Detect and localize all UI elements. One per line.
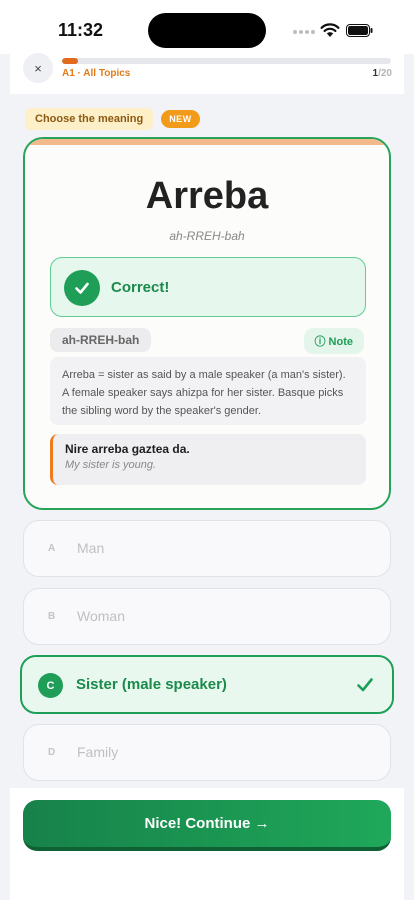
task-type-badge: Choose the meaning [25, 108, 154, 130]
dynamic-island [148, 13, 266, 48]
check-circle-icon [64, 270, 100, 306]
progress-bar [62, 58, 391, 64]
explanation-text: Arreba = sister as said by a male speake… [50, 357, 366, 425]
lesson-header: × A1 · All Topics 1/20 [10, 53, 404, 94]
option-b[interactable]: B Woman [23, 588, 391, 645]
example-basque: Nire arreba gaztea da. [65, 442, 190, 456]
card-accent-bar [25, 139, 389, 145]
new-badge: NEW [161, 110, 200, 128]
status-time: 11:32 [58, 20, 104, 40]
counter-total: /20 [378, 68, 392, 79]
correct-feedback: Correct! [50, 257, 366, 317]
checkmark-icon [357, 678, 373, 692]
option-c[interactable]: C Sister (male speaker) [20, 655, 394, 714]
example-sentence: Nire arreba gaztea da. My sister is youn… [50, 434, 366, 485]
wifi-icon [320, 23, 340, 37]
close-button[interactable]: × [23, 53, 53, 83]
note-button[interactable]: ⓘ Note [303, 328, 364, 354]
bottom-action-bar: Nice! Continue → [10, 788, 404, 900]
badge-row: Choose the meaning NEW [25, 108, 200, 130]
option-a[interactable]: A Man [23, 520, 391, 577]
option-d[interactable]: D Family [23, 724, 391, 781]
correct-label: Correct! [111, 279, 170, 296]
option-text: Sister (male speaker) [76, 676, 227, 693]
option-text: Man [77, 540, 105, 556]
continue-button[interactable]: Nice! Continue → [23, 800, 391, 851]
example-translation: My sister is young. [65, 459, 157, 471]
option-letter: C [38, 673, 63, 698]
phonetic-text: ah-RREH-bah [169, 229, 245, 243]
pronunciation-pill[interactable]: ah-RREH-bah [50, 328, 152, 352]
option-text: Woman [77, 608, 125, 624]
option-text: Family [77, 744, 119, 760]
target-word: Arreba [145, 175, 269, 217]
progress-fill [62, 58, 79, 64]
word-card: Arreba ah-RREH-bah Correct! ah-RREH-bah … [23, 137, 391, 510]
cellular-signal-icon [293, 30, 315, 34]
question-counter: 1/20 [373, 68, 392, 79]
battery-icon [346, 24, 373, 37]
close-icon: × [34, 60, 42, 76]
option-letter: D [48, 747, 56, 758]
option-letter: B [48, 611, 56, 622]
status-bar: 11:32 [0, 0, 414, 54]
topic-label: A1 · All Topics [62, 68, 131, 79]
option-letter: A [48, 543, 56, 554]
